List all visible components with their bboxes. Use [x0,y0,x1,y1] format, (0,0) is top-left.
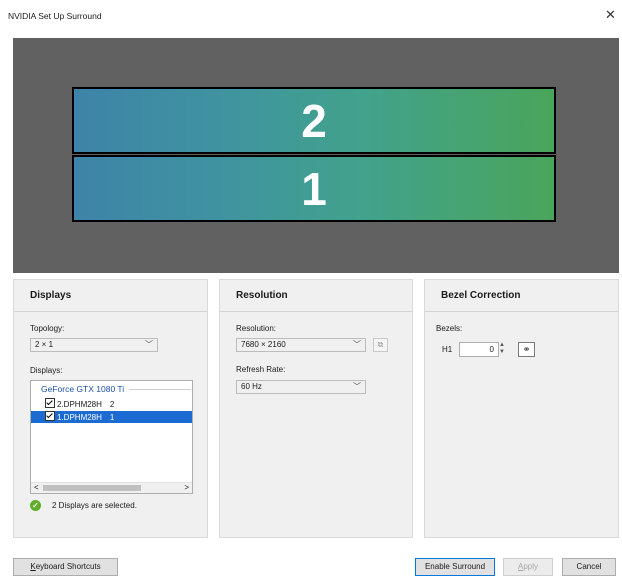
window-title: NVIDIA Set Up Surround [8,11,102,21]
keyboard-shortcuts-label: eyboard Shortcuts [35,562,101,571]
display-1-index: 1 [109,413,115,422]
stepper-up-icon[interactable]: ▲ [499,342,507,349]
keyboard-shortcuts-button[interactable]: Keyboard Shortcuts [13,558,118,576]
display-1-name: 1.DPHM28H [57,413,102,422]
identify-display-icon: ⧉ [373,338,388,352]
monitor-1[interactable]: 1 [72,155,556,222]
h1-label: H1 [442,345,453,354]
displays-heading: Displays [14,280,207,312]
displays-list-label: Displays: [30,366,63,375]
topology-value: 2 × 1 [35,340,54,349]
chevron-down-icon: ﹀ [353,382,361,391]
refresh-rate-label: Refresh Rate: [236,365,286,374]
scroll-left-icon[interactable]: < [34,483,39,492]
scroll-thumb[interactable] [43,485,141,491]
bezel-correction-panel: Bezel Correction Bezels: H1 0 ▲ ▼ ⚭ [424,279,619,538]
display-row-1[interactable]: 1.DPHM28H 1 [31,411,192,423]
close-icon[interactable]: ✕ [605,8,616,22]
cancel-button[interactable]: Cancel [562,558,616,576]
apply-label: pply [523,562,539,571]
enable-surround-button[interactable]: Enable Surround [415,558,495,576]
monitor-2[interactable]: 2 [72,87,556,154]
monitor-2-label: 2 [301,94,327,147]
topology-label: Topology: [30,324,65,333]
resolution-heading: Resolution [220,280,412,312]
surround-preview: 2 1 [13,38,619,273]
display-1-checkbox[interactable] [45,411,55,421]
display-row-2[interactable]: 2.DPHM28H 2 [45,398,195,410]
topology-select[interactable]: 2 × 1 ﹀ [30,338,158,352]
h1-bezel-stepper[interactable]: ▲ ▼ [499,342,507,357]
resolution-value: 7680 × 2160 [241,340,286,349]
gpu-group-label: GeForce GTX 1080 Ti [41,384,125,394]
chevron-down-icon: ﹀ [353,340,361,349]
resolution-select[interactable]: 7680 × 2160 ﹀ [236,338,366,352]
stepper-down-icon[interactable]: ▼ [499,349,507,356]
title-bar: NVIDIA Set Up Surround ✕ [0,0,622,28]
scroll-right-icon[interactable]: > [184,483,189,492]
listbox-horizontal-scrollbar[interactable]: < > [31,482,192,493]
refresh-rate-value: 60 Hz [241,382,262,391]
displays-panel: Displays Topology: 2 × 1 ﹀ Displays: GeF… [13,279,208,538]
chevron-down-icon: ﹀ [145,340,153,349]
selection-status: 2 Displays are selected. [52,501,137,510]
bezels-label: Bezels: [436,324,463,333]
display-2-index: 2 [109,400,115,409]
h1-bezel-input[interactable]: 0 [459,342,499,357]
apply-button[interactable]: Apply [503,558,553,576]
check-icon: ✓ [30,500,41,511]
gpu-group-divider [129,389,191,390]
displays-listbox[interactable]: GeForce GTX 1080 Ti 2.DPHM28H 2 1.DPHM28H… [30,380,193,494]
resolution-label: Resolution: [236,324,277,333]
monitor-1-label: 1 [301,162,327,215]
bezel-correction-heading: Bezel Correction [425,280,618,312]
display-2-name: 2.DPHM28H [57,400,102,409]
link-icon[interactable]: ⚭ [518,342,535,357]
refresh-rate-select[interactable]: 60 Hz ﹀ [236,380,366,394]
resolution-panel: Resolution Resolution: 7680 × 2160 ﹀ ⧉ R… [219,279,413,538]
display-2-checkbox[interactable] [45,398,55,408]
